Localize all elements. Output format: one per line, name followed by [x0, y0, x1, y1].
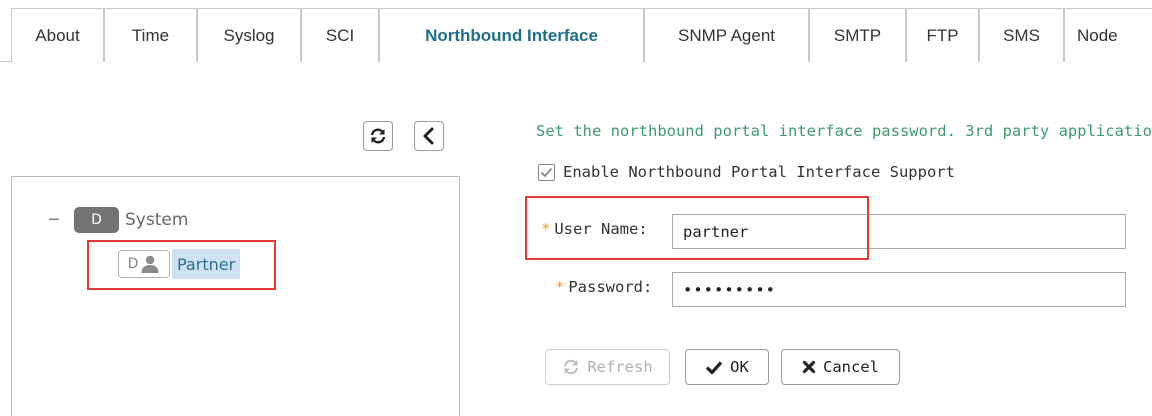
tree-node-partner[interactable]: D Partner	[118, 249, 241, 279]
tab-snmp-agent[interactable]: SNMP Agent	[644, 8, 809, 62]
refresh-button-label: Refresh	[587, 358, 653, 376]
refresh-button[interactable]: Refresh	[545, 349, 670, 385]
password-label: * Password:	[555, 278, 652, 296]
close-icon	[802, 360, 816, 374]
ok-button-label: OK	[730, 358, 749, 376]
password-input[interactable]	[672, 272, 1126, 307]
tree-refresh-button[interactable]	[363, 121, 393, 151]
tab-northbound-interface[interactable]: Northbound Interface	[379, 8, 644, 63]
password-label-text: Password:	[568, 278, 653, 296]
domain-badge: D	[74, 207, 119, 233]
user-domain-badge: D	[118, 250, 170, 278]
user-badge-letter: D	[127, 256, 139, 272]
tree-node-label: System	[125, 210, 189, 230]
tab-node[interactable]: Node	[1064, 8, 1152, 62]
ok-button[interactable]: OK	[685, 349, 769, 385]
refresh-icon	[370, 128, 386, 144]
tree-collapse-button[interactable]	[414, 121, 444, 151]
tab-bar: About Time Syslog SCI Northbound Interfa…	[0, 0, 1152, 63]
cancel-button-label: Cancel	[823, 358, 879, 376]
cancel-button[interactable]: Cancel	[781, 349, 900, 385]
form-description: Set the northbound portal interface pass…	[536, 122, 1152, 140]
user-icon	[141, 255, 159, 273]
tab-syslog[interactable]: Syslog	[197, 8, 301, 62]
tab-time[interactable]: Time	[104, 8, 197, 62]
tab-about[interactable]: About	[11, 8, 104, 62]
collapse-toggle[interactable]: −	[48, 210, 62, 230]
refresh-icon	[564, 359, 579, 375]
tab-smtp[interactable]: SMTP	[809, 8, 906, 62]
enable-nbi-checkbox[interactable]	[538, 163, 555, 181]
tab-sci[interactable]: SCI	[301, 8, 379, 62]
chevron-left-icon	[423, 127, 434, 145]
tree-node-label-selected: Partner	[172, 249, 241, 279]
required-marker: *	[555, 278, 565, 296]
tab-ftp[interactable]: FTP	[906, 8, 979, 62]
check-icon	[706, 360, 723, 374]
tree-node-system[interactable]: − D System	[48, 207, 188, 233]
enable-nbi-label: Enable Northbound Portal Interface Suppo…	[563, 163, 955, 181]
check-icon	[540, 167, 553, 177]
username-highlight-box	[525, 196, 869, 260]
enable-nbi-row[interactable]: Enable Northbound Portal Interface Suppo…	[538, 163, 955, 181]
tab-sms[interactable]: SMS	[979, 8, 1064, 62]
